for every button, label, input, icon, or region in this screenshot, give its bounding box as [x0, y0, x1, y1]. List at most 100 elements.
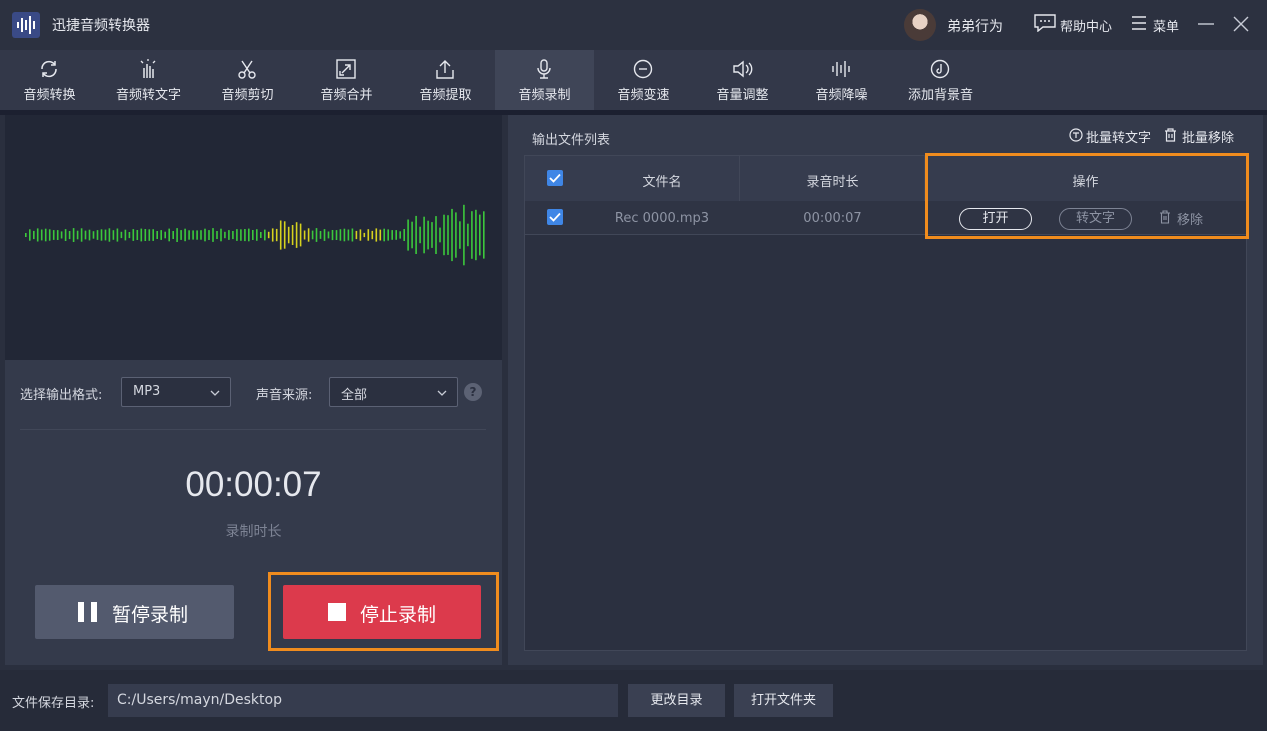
output-list-title: 输出文件列表: [532, 133, 611, 148]
column-header-duration[interactable]: 录音时长: [740, 171, 925, 190]
tab-label: 音量调整: [716, 88, 769, 103]
waveform-bar: [299, 223, 302, 247]
app-title: 迅捷音频转换器: [52, 18, 150, 34]
pause-icon: [78, 602, 98, 622]
waveform-bar: [68, 231, 71, 240]
batch-convert-label: 批量转文字: [1086, 131, 1152, 146]
waveform-bar: [248, 228, 250, 242]
recording-timer: 00:00:07: [185, 465, 322, 504]
waveform-bar: [236, 229, 238, 241]
waveform-bar: [363, 232, 366, 238]
user-name[interactable]: 弟弟行为: [947, 16, 1003, 36]
upload-icon: [436, 60, 454, 79]
minimize-icon[interactable]: [1196, 14, 1216, 34]
waveform-bar: [164, 231, 166, 239]
denoise-icon: [832, 61, 850, 77]
duration-cell: 00:00:07: [803, 211, 862, 226]
waveform-bar: [455, 212, 457, 258]
tab-audio-cut[interactable]: 音频剪切: [198, 50, 297, 110]
tab-audio-convert[interactable]: 音频转换: [0, 50, 99, 110]
pause-recording-button[interactable]: 暂停录制: [35, 585, 234, 639]
waveform-bar: [371, 230, 374, 240]
tab-audio-extract[interactable]: 音频提取: [396, 50, 495, 110]
help-question-icon[interactable]: ?: [464, 383, 482, 401]
waveform-bar: [212, 228, 214, 242]
microphone-icon: [537, 59, 551, 79]
waveform-bar: [359, 229, 362, 241]
column-header-filename[interactable]: 文件名: [585, 171, 739, 190]
waveform-bar: [52, 230, 55, 240]
tab-audio-denoise[interactable]: 音频降噪: [792, 50, 891, 110]
waveform-bar: [395, 230, 397, 240]
waveform-bar: [311, 230, 314, 240]
avatar[interactable]: [904, 9, 936, 41]
footer-bar: 文件保存目录: C:/Users/mayn/Desktop 更改目录 打开文件夹: [0, 670, 1267, 731]
tab-label: 添加背景音: [907, 88, 973, 103]
waveform-bar: [275, 228, 278, 242]
waveform-bar: [271, 228, 274, 242]
tab-volume-adjust[interactable]: 音量调整: [693, 50, 792, 110]
convert-text-icon: [1069, 128, 1083, 142]
stop-recording-button[interactable]: 停止录制: [283, 585, 481, 639]
close-icon[interactable]: [1231, 14, 1251, 34]
waveform-bar: [72, 228, 75, 242]
waveform-bar: [48, 229, 51, 241]
save-directory-field[interactable]: C:/Users/mayn/Desktop: [108, 684, 618, 717]
waveform-bar: [64, 229, 67, 241]
audio-source-select[interactable]: 全部: [329, 377, 458, 407]
recorder-panel: 选择输出格式: MP3 声音来源: 全部 ? 00:00:07 录制时长 暂停录…: [5, 115, 502, 665]
waveform-bar: [387, 229, 389, 241]
tab-audio-merge[interactable]: 音频合并: [297, 50, 396, 110]
chat-help-icon[interactable]: [1034, 14, 1056, 32]
waveform-bar: [483, 211, 485, 259]
refresh-icon: [41, 60, 57, 78]
waveform-bar: [451, 208, 453, 262]
waveform-bar: [260, 232, 262, 238]
tab-label: 音频剪切: [221, 88, 274, 103]
tab-label: 音频降噪: [815, 88, 868, 103]
waveform-bar: [60, 231, 63, 239]
waveform-bar: [447, 215, 449, 255]
waveform-bar: [124, 229, 127, 241]
help-center-link[interactable]: 帮助中心: [1060, 16, 1112, 35]
waveform-bar: [228, 230, 230, 240]
menu-icon[interactable]: [1131, 15, 1147, 31]
row-checkbox[interactable]: [547, 209, 563, 225]
tab-label: 音频提取: [419, 88, 472, 103]
waveform-bar: [307, 228, 310, 242]
waveform-graphic: [25, 204, 485, 266]
waveform-bar: [335, 230, 338, 240]
tab-add-background-music[interactable]: 添加背景音: [891, 50, 990, 110]
audio-source-label: 声音来源:: [256, 388, 313, 403]
waveform-bar: [220, 228, 222, 242]
waveform-bar: [136, 230, 139, 240]
output-format-select[interactable]: MP3: [121, 377, 231, 407]
open-folder-button[interactable]: 打开文件夹: [734, 684, 833, 717]
waveform-bar: [252, 230, 254, 240]
stop-recording-label: 停止录制: [360, 604, 437, 626]
waveform-bar: [367, 229, 370, 241]
waveform-bar: [100, 229, 103, 241]
waveform-bar: [287, 226, 290, 244]
waveform-bar: [132, 229, 135, 241]
waveform-bar: [375, 228, 378, 242]
menu-button[interactable]: 菜单: [1153, 16, 1179, 35]
tab-audio-to-text[interactable]: 音频转文字: [99, 50, 198, 110]
waveform-bar: [116, 228, 119, 242]
waveform-bar: [76, 230, 79, 240]
waveform-bar: [88, 229, 91, 241]
waveform-bar: [188, 230, 190, 240]
change-directory-button[interactable]: 更改目录: [628, 684, 725, 717]
waveform-bar: [467, 223, 469, 247]
tab-audio-speed[interactable]: 音频变速: [594, 50, 693, 110]
waveform-bar: [152, 229, 154, 241]
waveform-bar: [192, 230, 194, 240]
select-all-checkbox[interactable]: [547, 170, 563, 186]
waveform-bar: [40, 229, 43, 241]
pause-recording-label: 暂停录制: [112, 604, 189, 626]
waveform-bar: [463, 204, 465, 266]
waveform-bar: [355, 230, 358, 240]
waveform-bar: [264, 229, 266, 241]
tab-audio-record[interactable]: 音频录制: [495, 50, 594, 110]
waveform-bar: [475, 209, 477, 261]
